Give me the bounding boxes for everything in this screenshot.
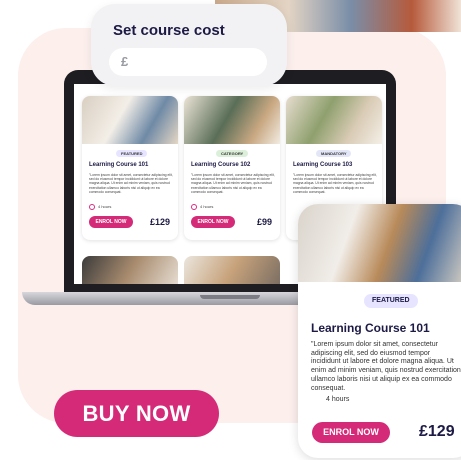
- popup-title: Set course cost: [113, 22, 225, 39]
- set-course-cost-popup: Set course cost £: [91, 4, 287, 86]
- course-price: £99: [256, 217, 272, 227]
- course-description: "Lorem ipsum dolor sit amet, consectetur…: [293, 173, 377, 194]
- course-title: Learning Course 101: [89, 162, 149, 168]
- course-description: "Lorem ipsum dolor sit amet, consectetur…: [89, 173, 173, 194]
- clock-icon: [191, 204, 197, 210]
- marketing-scene: FEATURED Learning Course 101 "Lorem ipsu…: [0, 0, 461, 460]
- course-hours: 4 hours: [191, 204, 213, 210]
- course-price: £129: [149, 217, 170, 227]
- course-title: Learning Course 101: [311, 321, 430, 335]
- course-image: [298, 204, 461, 282]
- buy-now-button[interactable]: BUY NOW: [54, 390, 219, 437]
- clock-icon: [89, 204, 95, 210]
- course-card: CATEGORY Learning Course 102 "Lorem ipsu…: [184, 96, 280, 240]
- course-title: Learning Course 103: [293, 162, 353, 168]
- course-badge: FEATURED: [116, 150, 148, 157]
- course-title: Learning Course 102: [191, 162, 251, 168]
- course-badge: MANDATORY: [316, 150, 352, 157]
- course-description: "Lorem ipsum dolor sit amet, consectetur…: [191, 173, 275, 194]
- course-hours-text: 4 hours: [200, 204, 214, 210]
- course-image: [82, 96, 178, 144]
- enrol-now-button[interactable]: ENROL NOW: [312, 422, 390, 443]
- course-image: [82, 256, 178, 284]
- course-card: FEATURED Learning Course 101 "Lorem ipsu…: [82, 96, 178, 240]
- course-hours: 4 hours: [326, 396, 350, 403]
- course-image: [184, 256, 280, 284]
- course-badge: CATEGORY: [216, 150, 249, 157]
- featured-badge: FEATURED: [364, 294, 418, 308]
- course-image: [286, 96, 382, 144]
- enrol-now-button[interactable]: ENROL NOW: [89, 216, 133, 228]
- course-hours-text: 4 hours: [98, 204, 112, 210]
- enrol-now-button[interactable]: ENROL NOW: [191, 216, 235, 228]
- laptop-notch: [200, 295, 260, 299]
- course-cost-input[interactable]: £: [109, 48, 267, 76]
- course-hours: 4 hours: [89, 204, 111, 210]
- course-price: £129: [419, 423, 455, 440]
- course-description: "Lorem ipsum dolor sit amet, consectetur…: [311, 341, 461, 392]
- featured-course-card: FEATURED Learning Course 101 "Lorem ipsu…: [298, 204, 461, 458]
- currency-symbol: £: [121, 54, 129, 69]
- course-image: [184, 96, 280, 144]
